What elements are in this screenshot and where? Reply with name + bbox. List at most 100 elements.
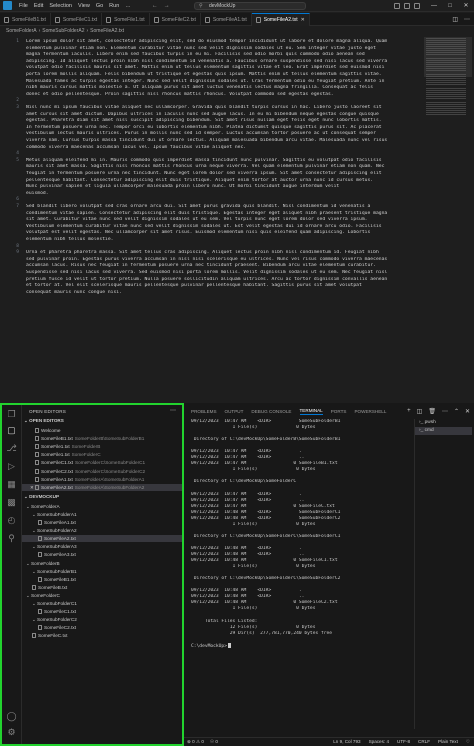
tree-folder[interactable]: ⌄SomeSubFolderB1: [22, 568, 183, 575]
open-editor-item[interactable]: Welcome: [22, 427, 183, 434]
tree-folder[interactable]: ⌄SomeSubFolderA1: [22, 511, 183, 518]
account-icon[interactable]: ◯: [6, 711, 17, 722]
extensions-icon[interactable]: ▩: [6, 497, 17, 508]
text-file-icon: [35, 444, 39, 450]
remote-explorer-icon[interactable]: ▦: [6, 479, 17, 490]
panel-tab[interactable]: TERMINAL: [299, 408, 323, 415]
minimap-slider[interactable]: [424, 37, 472, 77]
run-debug-icon[interactable]: ▷: [6, 461, 17, 472]
breadcrumb-item[interactable]: SomeSubFolderA2: [42, 28, 84, 36]
open-editor-item[interactable]: SomeFileB1.txt SomeFolderB\SomeSubFolderB…: [22, 435, 183, 442]
command-center-search[interactable]: ⚲ devMockUp: [194, 2, 306, 10]
panel-tab[interactable]: PORTS: [331, 409, 347, 414]
workspace-header[interactable]: ⌄ DEVMOCKUP: [24, 494, 59, 500]
open-editor-item[interactable]: SomeFileC1.txt SomeFolderC\SomeSubFolderC…: [22, 459, 183, 466]
menu-item[interactable]: Edit: [31, 3, 46, 9]
tree-folder[interactable]: ⌄SomeSubFolderA2: [22, 527, 183, 534]
encoding[interactable]: UTF-8: [397, 739, 410, 745]
panel-tab[interactable]: DEBUG CONSOLE: [251, 409, 291, 414]
editor-line: viverra nam. Cursus turpis massa tincidu…: [26, 138, 388, 143]
minimize-button[interactable]: —: [426, 0, 442, 12]
open-editor-item[interactable]: SomeFileC2.txt SomeFolderC\SomeSubFolderC…: [22, 468, 183, 475]
editor-tab[interactable]: SomeFileB1.txt: [0, 13, 51, 26]
tree-file[interactable]: SomeFileA1.txt: [22, 519, 183, 526]
open-editor-item[interactable]: SomeFileA1.txt SomeFolderA\SomeSubFolderA…: [22, 476, 183, 483]
text-editor[interactable]: 1 Lorem ipsum dolor sit amet, consectetur…: [0, 37, 424, 393]
panel-tab[interactable]: PROBLEMS: [191, 409, 217, 414]
end-of-line[interactable]: CRLF: [418, 739, 430, 745]
menu-item[interactable]: Run: [106, 3, 122, 9]
kill-terminal-icon[interactable]: 🗑: [428, 408, 436, 415]
source-control-icon[interactable]: ⎇: [6, 443, 17, 454]
breadcrumb-item[interactable]: SomeFolderA: [6, 28, 37, 36]
toggle-panel-icon[interactable]: [404, 3, 410, 9]
open-editor-item[interactable]: SomeFile1.txt SomeFolderC: [22, 451, 183, 458]
tree-file[interactable]: SomeFileC2.txt: [22, 624, 183, 631]
notifications-bell-icon[interactable]: ♡: [466, 739, 470, 745]
panel-tab[interactable]: POWERSHELL: [354, 409, 386, 414]
text-file-icon: [35, 460, 39, 466]
language-mode[interactable]: Plain Text: [438, 739, 458, 745]
split-terminal-icon[interactable]: ◫: [417, 408, 423, 415]
editor-tab[interactable]: SomeFileA2.txt ✕: [251, 13, 310, 26]
more-actions-icon[interactable]: ⋯: [464, 16, 470, 23]
problems-status[interactable]: ⊗ 0 ⚠ 0: [187, 739, 204, 745]
new-terminal-icon[interactable]: +: [407, 408, 411, 414]
terminal-output[interactable]: 09/12/2023 10:47 AM <DIR> SomeSubFolderB…: [191, 419, 411, 729]
maximize-panel-icon[interactable]: ⌃: [454, 408, 459, 415]
open-editor-item[interactable]: SomeFile1.txt SomeFolderB: [22, 443, 183, 450]
tree-folder[interactable]: ⌄SomeFolderC: [22, 592, 183, 599]
explorer-files-icon[interactable]: ❐: [6, 409, 17, 420]
panel-tabs: PROBLEMS OUTPUT DEBUG CONSOLE TERMINAL PORTS…: [187, 405, 386, 417]
tree-folder[interactable]: ⌄SomeFolderA: [22, 503, 183, 510]
line-number: 8: [16, 243, 19, 249]
terminal-text: 09/12/2023 10:48 AM <DIR> .: [191, 588, 302, 594]
editor-tab[interactable]: SomeFile1.txt: [102, 13, 150, 26]
tree-file[interactable]: SomeFileB.txt: [22, 584, 183, 591]
tree-folder[interactable]: ⌄SomeSubFolderA3: [22, 543, 183, 550]
more-actions-icon[interactable]: ⋯: [442, 408, 448, 415]
close-panel-icon[interactable]: ✕: [465, 408, 470, 415]
settings-gear-icon[interactable]: ⚙: [6, 727, 17, 738]
timeline-icon[interactable]: ◴: [6, 515, 17, 526]
tree-file[interactable]: SomeFileB1.txt: [22, 576, 183, 583]
explorer-icon[interactable]: ▢: [6, 425, 17, 436]
tree-file[interactable]: SomeFileA3.txt: [22, 551, 183, 558]
editor-tab[interactable]: SomeFileC2.txt: [150, 13, 201, 26]
menu-item[interactable]: View: [75, 3, 93, 9]
open-editor-item[interactable]: ✕ SomeFileA2.txt SomeFolderA\SomeSubFolder…: [22, 483, 183, 491]
tree-folder[interactable]: ⌄SomeSubFolderC1: [22, 600, 183, 607]
tree-file[interactable]: SomeFileA2.txt: [22, 535, 183, 543]
forward-arrow-icon[interactable]: →: [164, 3, 170, 9]
toggle-secondary-sidebar-icon[interactable]: [414, 3, 420, 9]
tree-file[interactable]: SomeFileC.txt: [22, 632, 183, 639]
ports-status[interactable]: ☉ 0: [210, 739, 218, 745]
tree-folder[interactable]: ⌄SomeFolderB: [22, 560, 183, 567]
close-tab-icon[interactable]: ✕: [301, 17, 305, 23]
breadcrumb-item[interactable]: SomeFileA2.txt: [90, 28, 124, 36]
editor-tab[interactable]: SomeFileA1.txt: [201, 13, 252, 26]
text-file-icon: [38, 520, 42, 525]
editor-tab[interactable]: SomeFileC1.txt: [51, 13, 103, 26]
terminal-text: 09/12/2023 10:48 AM 0 SomeFileC1.txt: [191, 558, 338, 564]
editor-line: mauris sit amet massa. Sagittis nisl rho…: [26, 164, 385, 170]
terminal-instance[interactable]: ›_ pwsh: [415, 419, 472, 427]
close-window-button[interactable]: ✕: [458, 0, 474, 12]
menu-item[interactable]: Go: [93, 3, 106, 9]
toggle-sidebar-icon[interactable]: [394, 3, 400, 9]
maximize-button[interactable]: □: [442, 0, 458, 12]
indentation[interactable]: Spaces: 4: [369, 739, 389, 745]
back-arrow-icon[interactable]: ←: [152, 3, 158, 9]
panel-tab[interactable]: OUTPUT: [225, 409, 244, 414]
menu-item[interactable]: …: [122, 3, 134, 9]
tree-folder[interactable]: ⌄SomeSubFolderC2: [22, 616, 183, 623]
menu-item[interactable]: File: [16, 3, 31, 9]
tree-file[interactable]: SomeFileC1.txt: [22, 608, 183, 615]
menu-item[interactable]: Selection: [46, 3, 75, 9]
cursor-position[interactable]: Ln 9, Col 793: [333, 739, 360, 745]
open-editors-header[interactable]: ⌄ OPEN EDITORS: [24, 418, 64, 424]
split-editor-icon[interactable]: ◫: [452, 16, 458, 23]
more-actions-icon[interactable]: ⋯: [170, 407, 176, 414]
search-icon[interactable]: ⚲: [6, 533, 17, 544]
terminal-instance[interactable]: ›_ cmd: [415, 427, 472, 435]
